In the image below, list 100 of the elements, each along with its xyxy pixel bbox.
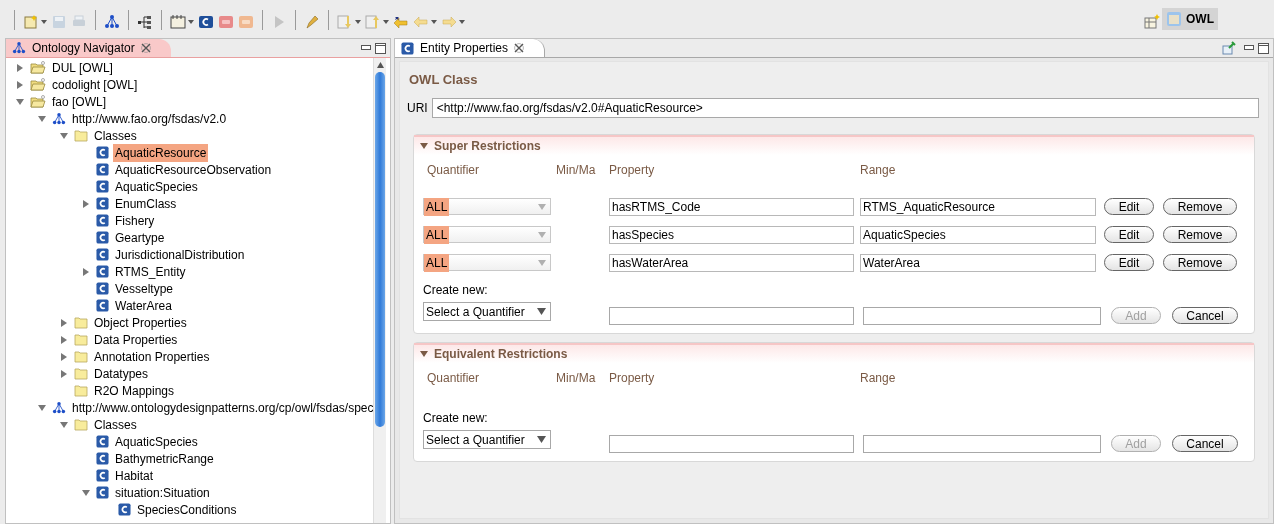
close-icon[interactable] xyxy=(514,43,525,53)
property-field[interactable]: hasSpecies xyxy=(609,225,854,244)
dropdown-caret-icon[interactable] xyxy=(431,20,437,24)
close-icon[interactable] xyxy=(140,43,151,53)
view-tab[interactable]: Entity Properties xyxy=(395,39,546,57)
range-field[interactable]: WaterArea xyxy=(860,253,1096,272)
property-field[interactable] xyxy=(609,306,854,325)
class-icon xyxy=(96,435,109,448)
tree-item[interactable]: Fishery xyxy=(113,211,157,230)
section-title[interactable]: Equivalent Restrictions xyxy=(434,344,568,363)
view-tab[interactable]: Ontology Navigator xyxy=(6,39,171,57)
quantifier-dropdown[interactable]: Select a Quantifier xyxy=(423,430,551,449)
back-star-icon[interactable] xyxy=(393,14,409,30)
calendar-icon[interactable] xyxy=(170,14,186,30)
minimize-icon[interactable] xyxy=(361,45,371,51)
tree-item[interactable]: situation:Situation xyxy=(113,483,212,502)
scrollbar[interactable] xyxy=(373,58,386,523)
column-header: Property xyxy=(609,161,656,179)
range-field[interactable] xyxy=(863,306,1101,325)
range-field[interactable]: AquaticSpecies xyxy=(860,225,1096,244)
column-header: Quantifier xyxy=(426,369,481,387)
dropdown-caret-icon xyxy=(538,203,546,210)
class-icon[interactable] xyxy=(198,14,214,30)
quantifier-dropdown[interactable]: ALL xyxy=(423,198,551,215)
tree-item[interactable]: EnumClass xyxy=(113,194,179,213)
column-header: Property xyxy=(609,369,656,387)
property-field[interactable]: hasRTMS_Code xyxy=(609,197,854,216)
tree-item[interactable]: http://www.ontologydesignpatterns.org/cp/owl/fsdas/spec xyxy=(70,398,373,417)
ontology-graph-icon xyxy=(52,111,66,126)
range-field[interactable]: RTMS_AquaticResource xyxy=(860,197,1096,216)
tree-item[interactable]: AquaticResourceObservation xyxy=(113,160,274,179)
push-button[interactable]: Cancel xyxy=(1172,435,1238,452)
tree-item[interactable]: fao [OWL] xyxy=(50,92,109,111)
class-icon xyxy=(96,146,109,159)
push-button[interactable]: Edit xyxy=(1104,254,1154,271)
tree-item[interactable]: Classes xyxy=(92,126,139,145)
dropdown-caret-icon[interactable] xyxy=(41,20,47,24)
dropdown-caret-icon[interactable] xyxy=(383,20,389,24)
minimize-icon[interactable] xyxy=(1244,45,1254,51)
quantifier-dropdown[interactable]: ALL xyxy=(423,226,551,243)
property-field[interactable] xyxy=(609,434,854,453)
scroll-up-arrow-icon[interactable] xyxy=(376,62,384,68)
dropdown-caret-icon[interactable] xyxy=(459,20,465,24)
class-icon xyxy=(96,299,109,312)
dropdown-caret-icon xyxy=(537,308,546,315)
tree-item[interactable]: AquaticSpecies xyxy=(113,432,200,451)
ontology-graph-icon xyxy=(52,400,66,415)
push-button[interactable]: Remove xyxy=(1163,254,1237,271)
push-button[interactable]: Cancel xyxy=(1172,307,1238,324)
maximize-icon[interactable] xyxy=(1258,42,1269,54)
dropdown-caret-icon[interactable] xyxy=(355,20,361,24)
tab-title: Entity Properties xyxy=(420,40,509,57)
tree-item[interactable]: JurisdictionalDistribution xyxy=(113,245,247,264)
uri-field[interactable]: <http://www.fao.org/fsdas/v2.0#AquaticResource> xyxy=(431,97,1259,118)
tree-item[interactable]: SpeciesConditions xyxy=(135,500,239,519)
open-folder-icon xyxy=(30,77,46,92)
column-header: Min/Ma xyxy=(556,369,597,387)
tree-item[interactable]: BathymetricRange xyxy=(113,449,216,468)
maximize-icon[interactable] xyxy=(375,42,386,54)
tree-item[interactable]: AquaticResource xyxy=(113,143,209,162)
tree-item[interactable]: Object Properties xyxy=(92,313,189,332)
tree-item[interactable]: RTMS_Entity xyxy=(113,262,188,281)
push-button[interactable]: Remove xyxy=(1163,226,1237,243)
pin-icon[interactable] xyxy=(1222,41,1236,55)
perspective-button[interactable]: OWL xyxy=(1162,8,1218,30)
quantifier-dropdown[interactable]: Select a Quantifier xyxy=(423,302,551,321)
ontology-graph-icon[interactable] xyxy=(104,14,120,30)
class-icon xyxy=(96,197,109,210)
property-field[interactable]: hasWaterArea xyxy=(609,253,854,272)
push-button[interactable]: Edit xyxy=(1104,198,1154,215)
tree-structure-icon[interactable] xyxy=(137,14,153,30)
tree-item[interactable]: Datatypes xyxy=(92,364,151,383)
dropdown-caret-icon[interactable] xyxy=(188,20,194,24)
window-icon xyxy=(1166,11,1182,27)
open-perspective-icon[interactable] xyxy=(1144,14,1160,30)
tree-item[interactable]: Geartype xyxy=(113,228,167,247)
tree-item[interactable]: Classes xyxy=(92,415,139,434)
collapse-arrow-icon[interactable] xyxy=(420,350,428,357)
uri-label: URI xyxy=(407,99,428,117)
section-title[interactable]: Super Restrictions xyxy=(434,136,541,155)
tree-item[interactable]: R2O Mappings xyxy=(92,381,177,400)
tree-item[interactable]: Data Properties xyxy=(92,330,180,349)
tab-title: Ontology Navigator xyxy=(32,40,135,57)
tree-item[interactable]: Vesseltype xyxy=(113,279,176,298)
class-icon xyxy=(96,163,109,176)
collapse-arrow-icon[interactable] xyxy=(420,142,428,149)
tree-item[interactable]: AquaticSpecies xyxy=(113,177,200,196)
tree-item[interactable]: Habitat xyxy=(113,466,156,485)
class-icon xyxy=(96,231,109,244)
quantifier-dropdown[interactable]: ALL xyxy=(423,254,551,271)
tree-item[interactable]: codolight [OWL] xyxy=(50,75,140,94)
push-button[interactable]: Remove xyxy=(1163,198,1237,215)
class-icon xyxy=(96,214,109,227)
tree-item[interactable]: Annotation Properties xyxy=(92,347,212,366)
range-field[interactable] xyxy=(863,434,1101,453)
tree-item[interactable]: DUL [OWL] xyxy=(50,58,115,77)
tree-item[interactable]: WaterArea xyxy=(113,296,174,315)
pen-icon[interactable] xyxy=(304,14,320,30)
tree-item[interactable]: http://www.fao.org/fsdas/v2.0 xyxy=(70,109,229,128)
push-button[interactable]: Edit xyxy=(1104,226,1154,243)
